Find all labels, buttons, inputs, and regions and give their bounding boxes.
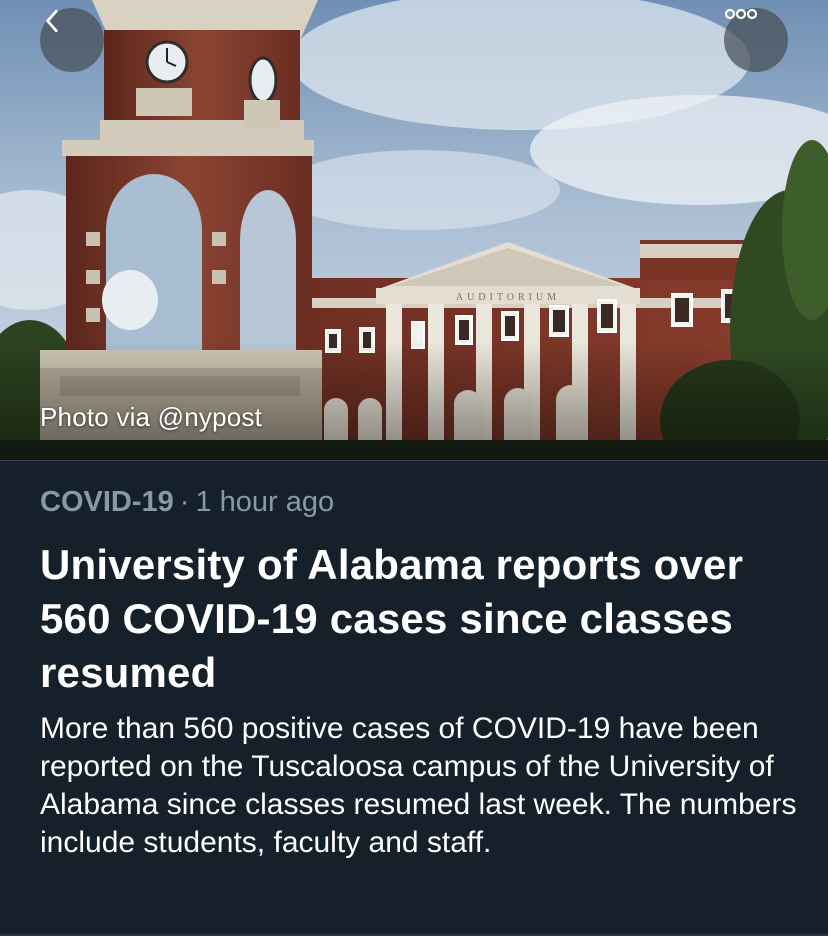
moment-detail-page: AUDITORIUM Photo via @nypost COVID-19 · … xyxy=(0,0,828,936)
more-options-button[interactable] xyxy=(724,8,788,72)
timestamp: 1 hour ago xyxy=(195,486,335,518)
chevron-left-icon xyxy=(46,9,58,33)
hero-image: AUDITORIUM Photo via @nypost xyxy=(0,0,828,460)
building-inscription: AUDITORIUM xyxy=(456,292,560,303)
hero-gradient-overlay xyxy=(0,340,828,460)
article-headline: University of Alabama reports over 560 C… xyxy=(40,541,744,696)
hero-divider xyxy=(0,460,828,461)
more-horizontal-icon xyxy=(724,8,758,20)
topic-label[interactable]: COVID-19 xyxy=(40,486,174,518)
meta-separator: · xyxy=(179,486,190,518)
article-summary: More than 560 positive cases of COVID-19… xyxy=(40,712,797,859)
back-button[interactable] xyxy=(40,8,104,72)
article-meta: COVID-19 · 1 hour ago xyxy=(40,486,334,519)
photo-credit: Photo via @nypost xyxy=(40,402,263,432)
